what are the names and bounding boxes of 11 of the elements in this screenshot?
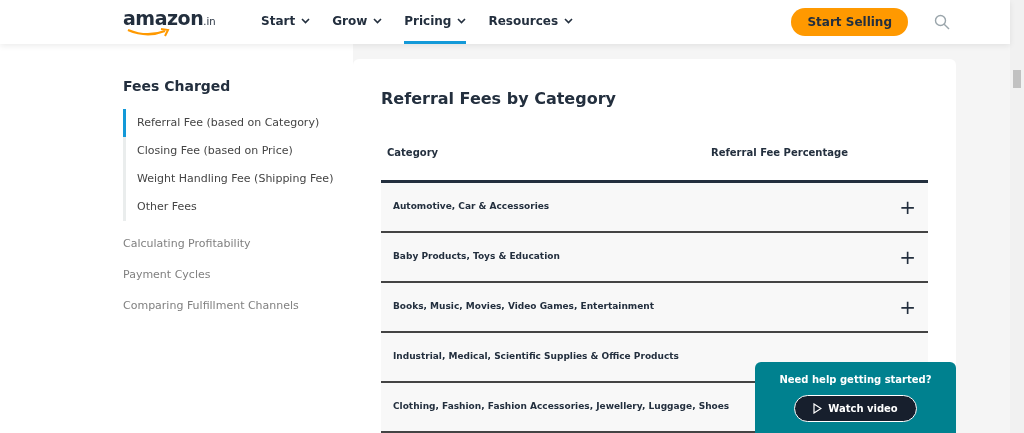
category-label: Automotive, Car & Accessories [393,200,550,214]
column-header: Referral Fee Percentage [711,146,848,160]
category-label: Industrial, Medical, Scientific Supplies & Office Products [393,350,679,364]
category-label: Books, Music, Movies, Video Games, Entertainment [393,300,654,314]
section-title: Referral Fees by Category [381,88,617,110]
logo-wordmark: amazon [123,9,204,28]
logo-suffix: .in [203,17,216,27]
sidebar-title: Fees Charged [123,77,232,96]
column-header: Category [387,146,440,160]
category-label: Clothing, Fashion, Fashion Accessories, Jewellery, Luggage, Shoes [393,400,730,414]
category-label: Baby Products, Toys & Education [393,250,560,264]
